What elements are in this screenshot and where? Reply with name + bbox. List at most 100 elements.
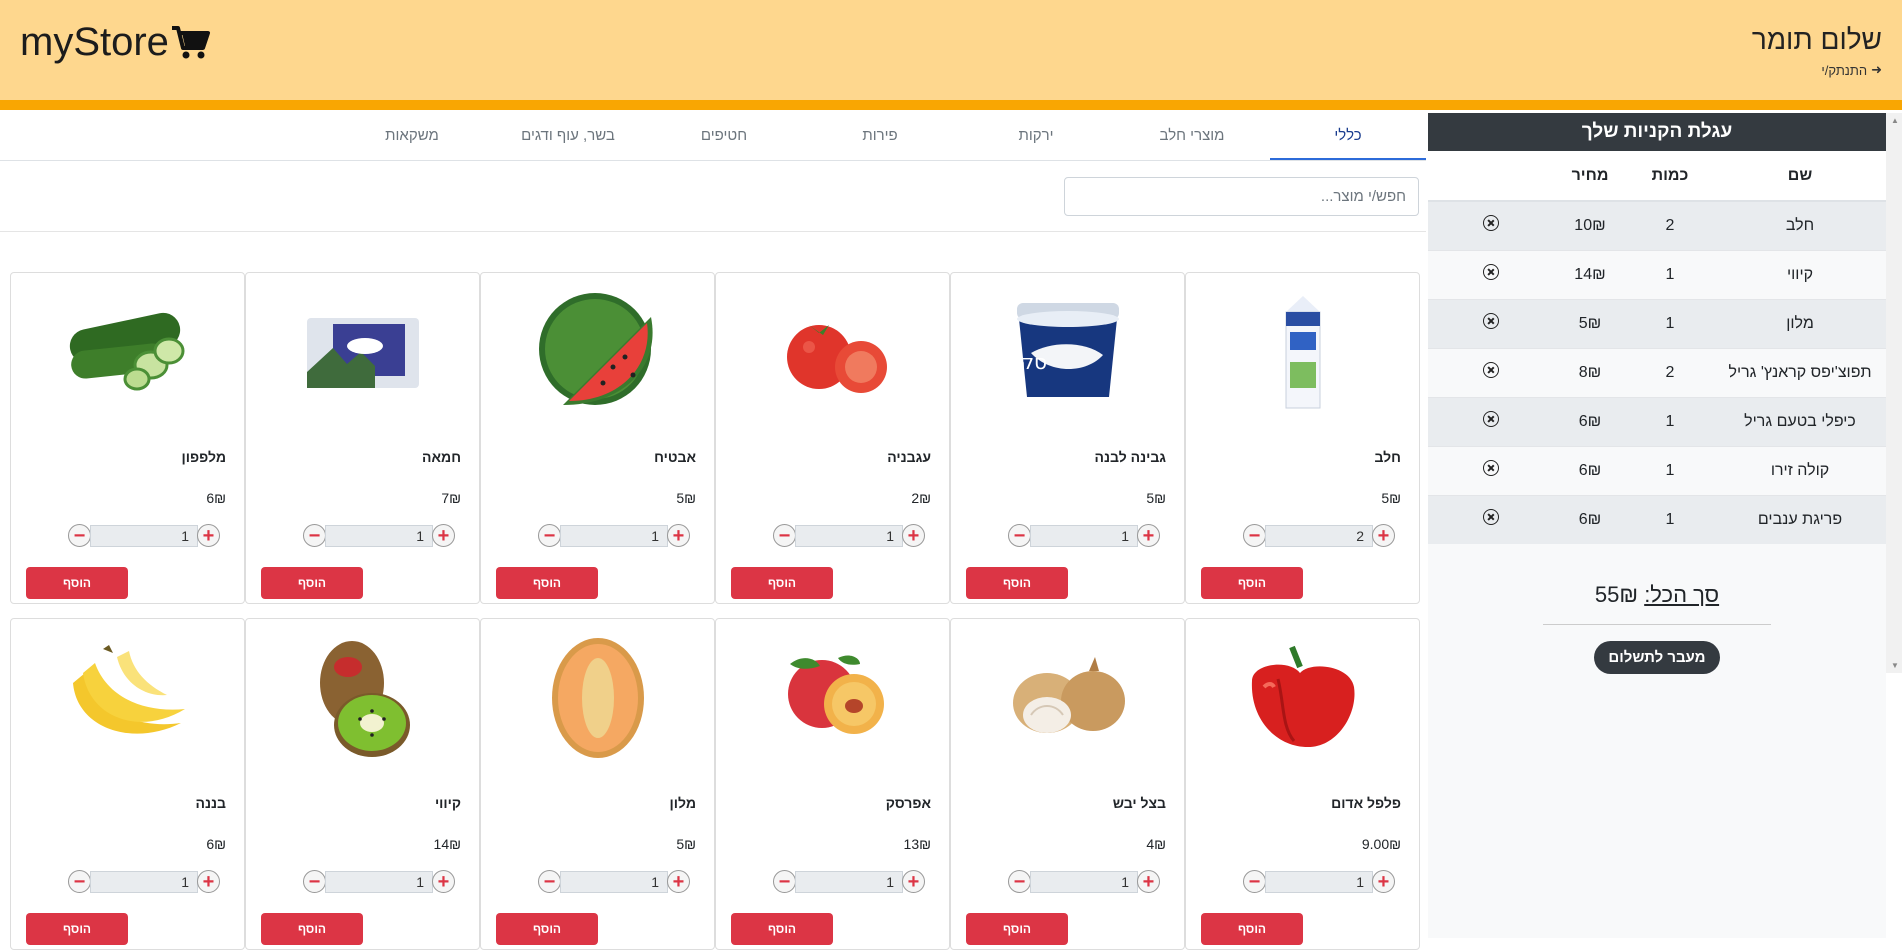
remove-item-button[interactable] bbox=[1428, 445, 1554, 495]
quantity-input[interactable]: 1 bbox=[325, 524, 433, 547]
add-to-cart-button[interactable]: הוסף bbox=[496, 567, 598, 599]
tab-drinks[interactable]: משקאות bbox=[334, 113, 490, 160]
tab-fruits[interactable]: פירות bbox=[802, 113, 958, 160]
plus-icon[interactable]: + bbox=[1372, 524, 1395, 547]
add-to-cart-button[interactable]: הוסף bbox=[966, 567, 1068, 599]
plus-icon[interactable]: + bbox=[902, 524, 925, 547]
quantity-input[interactable]: 1 bbox=[560, 870, 668, 893]
product-card: חלב 5₪ −2 + הוסף bbox=[1185, 272, 1420, 604]
remove-item-button[interactable] bbox=[1428, 494, 1554, 544]
plus-icon[interactable]: + bbox=[1137, 870, 1160, 893]
cart-item-qty: 1 bbox=[1626, 396, 1714, 446]
plus-icon[interactable]: + bbox=[197, 524, 220, 547]
scroll-down-icon[interactable]: ▼ bbox=[1891, 661, 1899, 670]
logo[interactable]: myStore bbox=[20, 20, 211, 65]
header: myStore שלום תומר ➜ התנתק/י bbox=[0, 0, 1902, 110]
cart-scrollbar[interactable]: ▲ ▼ bbox=[1886, 113, 1902, 673]
logout-link[interactable]: ➜ התנתק/י bbox=[1752, 62, 1882, 78]
cart-item-price: 6₪ bbox=[1554, 396, 1626, 446]
plus-icon[interactable]: + bbox=[197, 870, 220, 893]
quantity-input[interactable]: 1 bbox=[90, 870, 198, 893]
quantity-input[interactable]: 1 bbox=[1030, 870, 1138, 893]
quantity-input[interactable]: 1 bbox=[795, 524, 903, 547]
minus-icon[interactable]: − bbox=[773, 870, 796, 893]
remove-circle-icon[interactable] bbox=[1483, 215, 1499, 232]
add-to-cart-button[interactable]: הוסף bbox=[261, 567, 363, 599]
minus-icon[interactable]: − bbox=[1008, 870, 1031, 893]
quantity-stepper: −1 + bbox=[773, 870, 925, 893]
minus-icon[interactable]: − bbox=[538, 524, 561, 547]
add-to-cart-button[interactable]: הוסף bbox=[731, 567, 833, 599]
minus-icon[interactable]: − bbox=[1008, 524, 1031, 547]
plus-icon[interactable]: + bbox=[432, 524, 455, 547]
plus-icon[interactable]: + bbox=[432, 870, 455, 893]
cart-row: כיפלי בטעם גריל 1 6₪ bbox=[1428, 396, 1886, 446]
minus-icon[interactable]: − bbox=[303, 524, 326, 547]
add-to-cart-button[interactable]: הוסף bbox=[731, 913, 833, 945]
minus-icon[interactable]: − bbox=[1243, 870, 1266, 893]
plus-icon[interactable]: + bbox=[902, 870, 925, 893]
remove-item-button[interactable] bbox=[1428, 200, 1554, 250]
tab-snacks[interactable]: חטיפים bbox=[646, 113, 802, 160]
banana-icon bbox=[11, 633, 244, 763]
add-to-cart-button[interactable]: הוסף bbox=[1201, 913, 1303, 945]
checkout-button[interactable]: מעבר לתשלום bbox=[1594, 641, 1720, 674]
plus-icon[interactable]: + bbox=[667, 524, 690, 547]
add-to-cart-button[interactable]: הוסף bbox=[1201, 567, 1303, 599]
add-to-cart-button[interactable]: הוסף bbox=[966, 913, 1068, 945]
tab-vegetables[interactable]: ירקות bbox=[958, 113, 1114, 160]
tab-dairy[interactable]: מוצרי חלב bbox=[1114, 113, 1270, 160]
cart-row: קיווי 1 14₪ bbox=[1428, 249, 1886, 299]
tab-general[interactable]: כללי bbox=[1270, 113, 1426, 160]
quantity-stepper: −1 + bbox=[538, 524, 690, 547]
add-to-cart-button[interactable]: הוסף bbox=[261, 913, 363, 945]
remove-item-button[interactable] bbox=[1428, 347, 1554, 397]
add-to-cart-button[interactable]: הוסף bbox=[496, 913, 598, 945]
quantity-input[interactable]: 1 bbox=[560, 524, 668, 547]
product-name: בצל יבש bbox=[1112, 795, 1166, 811]
product-card: קיווי 14₪ −1 + הוסף bbox=[245, 618, 480, 950]
scroll-up-icon[interactable]: ▲ bbox=[1891, 116, 1899, 125]
minus-icon[interactable]: − bbox=[773, 524, 796, 547]
minus-icon[interactable]: − bbox=[68, 524, 91, 547]
remove-circle-icon[interactable] bbox=[1483, 264, 1499, 280]
user-greeting: שלום תומר ➜ התנתק/י bbox=[1752, 24, 1882, 78]
minus-icon[interactable]: − bbox=[538, 870, 561, 893]
quantity-input[interactable]: 1 bbox=[325, 870, 433, 893]
add-to-cart-button[interactable]: הוסף bbox=[26, 913, 128, 945]
remove-item-button[interactable] bbox=[1428, 298, 1554, 348]
minus-icon[interactable]: − bbox=[303, 870, 326, 893]
remove-circle-icon[interactable] bbox=[1483, 509, 1499, 526]
melon-icon bbox=[481, 633, 714, 763]
minus-icon[interactable]: − bbox=[1243, 524, 1266, 547]
cucumber-icon bbox=[11, 287, 244, 417]
cart-item-qty: 1 bbox=[1626, 445, 1714, 495]
remove-circle-icon[interactable] bbox=[1483, 362, 1499, 378]
add-to-cart-button[interactable]: הוסף bbox=[26, 567, 128, 599]
cart-item-name: קיווי bbox=[1714, 249, 1886, 299]
plus-icon[interactable]: + bbox=[1137, 524, 1160, 547]
plus-icon[interactable]: + bbox=[667, 870, 690, 893]
product-price: 4₪ bbox=[1146, 836, 1166, 852]
search-input[interactable] bbox=[1064, 177, 1419, 216]
greeting-text: שלום תומר bbox=[1751, 24, 1882, 55]
remove-circle-icon[interactable] bbox=[1483, 460, 1499, 476]
cart-item-qty: 1 bbox=[1626, 249, 1714, 299]
quantity-stepper: −2 + bbox=[1243, 524, 1395, 547]
quantity-input[interactable]: 2 bbox=[1265, 524, 1373, 547]
remove-circle-icon[interactable] bbox=[1483, 313, 1499, 329]
remove-item-button[interactable] bbox=[1428, 396, 1554, 446]
product-price: 6₪ bbox=[206, 836, 226, 852]
tab-meat-fish[interactable]: בשר, עוף ודגים bbox=[490, 113, 646, 160]
plus-icon[interactable]: + bbox=[1372, 870, 1395, 893]
minus-icon[interactable]: − bbox=[68, 870, 91, 893]
quantity-input[interactable]: 1 bbox=[90, 524, 198, 547]
svg-text:סקי: סקי bbox=[1015, 350, 1047, 374]
quantity-input[interactable]: 1 bbox=[795, 870, 903, 893]
quantity-stepper: −1 + bbox=[303, 524, 455, 547]
remove-circle-icon[interactable] bbox=[1483, 411, 1499, 427]
quantity-input[interactable]: 1 bbox=[1265, 870, 1373, 893]
remove-item-button[interactable] bbox=[1428, 249, 1554, 299]
col-remove bbox=[1428, 151, 1554, 202]
quantity-input[interactable]: 1 bbox=[1030, 524, 1138, 547]
